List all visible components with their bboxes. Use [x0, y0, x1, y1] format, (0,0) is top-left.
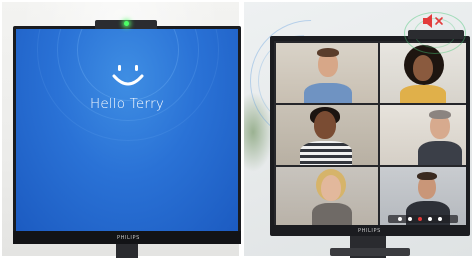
participant-tile[interactable] — [276, 105, 378, 165]
webcam-led — [124, 21, 129, 26]
participant-tile[interactable] — [276, 167, 378, 225]
call-controls[interactable] — [388, 215, 458, 223]
brand-logo: PHILIPS — [117, 235, 140, 241]
smiley-icon — [112, 65, 144, 86]
right-monitor-base — [330, 248, 410, 256]
participant-tile[interactable] — [276, 43, 378, 103]
brand-logo: PHILIPS — [358, 228, 381, 234]
greeting-text: Hello Terry — [89, 96, 165, 112]
left-monitor-stand — [116, 244, 138, 258]
speaker-muted-icon — [423, 14, 443, 28]
login-screen — [16, 29, 238, 231]
participant-tile[interactable] — [380, 105, 466, 165]
